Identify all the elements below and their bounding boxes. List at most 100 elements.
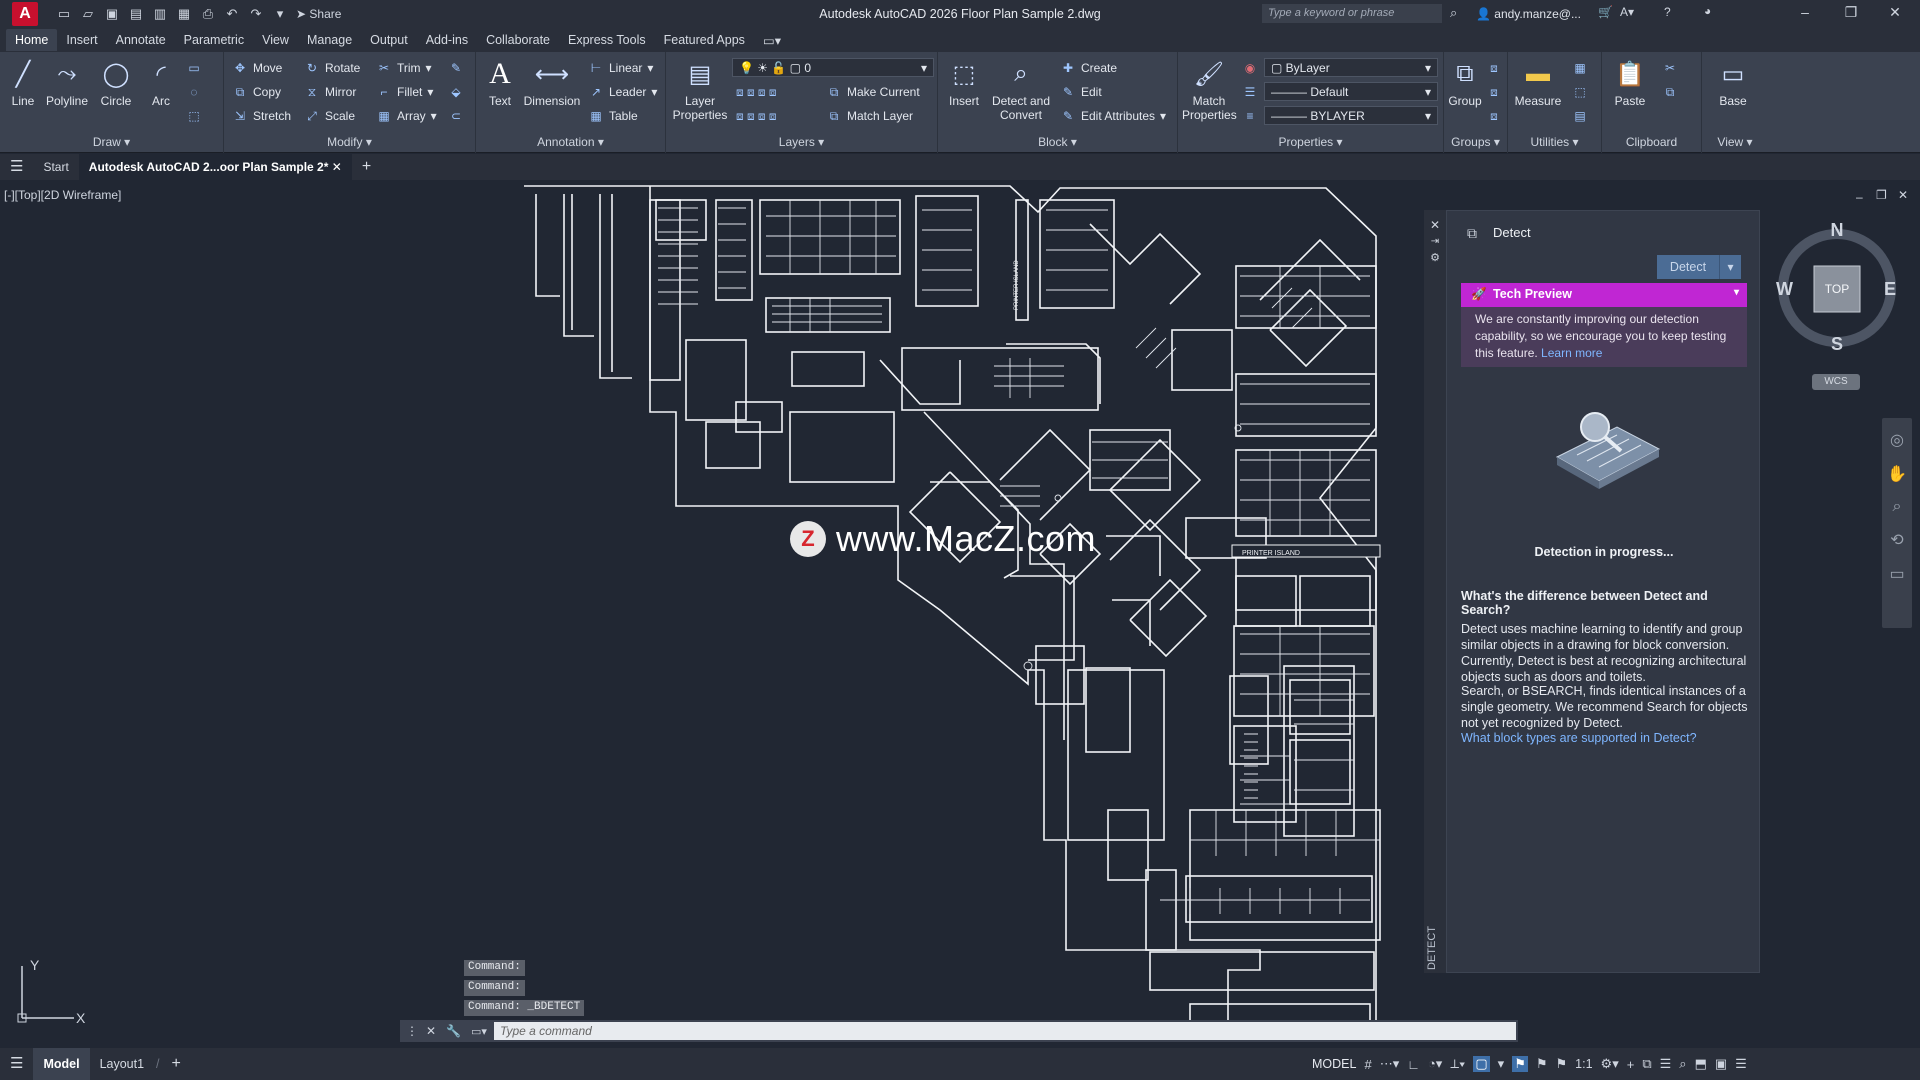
- line-button[interactable]: ╱ Line: [4, 58, 42, 109]
- layers-panel-title[interactable]: Layers ▾: [666, 135, 937, 149]
- wcs-menu[interactable]: WCS: [1812, 374, 1860, 390]
- match-layer-button[interactable]: ⧉ Match Layer: [826, 106, 913, 126]
- calculator-icon[interactable]: ▤: [1572, 106, 1588, 126]
- clipboard-panel-title[interactable]: Clipboard: [1602, 135, 1701, 149]
- new-tab-icon[interactable]: +: [352, 154, 381, 180]
- workspace-gear-icon[interactable]: ⚙▾: [1601, 1056, 1619, 1072]
- model-space-indicator[interactable]: MODEL: [1312, 1057, 1356, 1071]
- restore-icon[interactable]: ❐: [1836, 4, 1866, 21]
- palette-autohide-icon[interactable]: ⇥: [1424, 236, 1446, 247]
- linetype-dropdown[interactable]: ——— Default ▾: [1264, 82, 1438, 101]
- annotation-scale-value[interactable]: 1:1: [1575, 1057, 1592, 1071]
- paste-button[interactable]: 📋 Paste: [1608, 58, 1652, 109]
- share-button[interactable]: ➤ Share: [296, 7, 341, 21]
- tab-express-tools[interactable]: Express Tools: [559, 29, 655, 51]
- feedback-icon[interactable]: ◕: [1704, 4, 1711, 18]
- view-panel-title[interactable]: View ▾: [1702, 135, 1768, 149]
- viewport-restore-icon[interactable]: ❐: [1876, 188, 1887, 202]
- layout-menu-icon[interactable]: ☰: [0, 1048, 33, 1080]
- annotation-visibility-icon[interactable]: ⚑: [1512, 1056, 1528, 1072]
- keyword-search-input[interactable]: Type a keyword or phrase: [1262, 4, 1442, 23]
- edit-block-button[interactable]: ✎ Edit: [1060, 82, 1102, 102]
- minimize-icon[interactable]: –: [1790, 4, 1820, 20]
- detect-and-convert-button[interactable]: ⌕ Detect and Convert: [990, 58, 1052, 122]
- layout1-tab[interactable]: Layout1: [90, 1048, 154, 1080]
- command-input[interactable]: Type a command: [494, 1022, 1516, 1040]
- base-button[interactable]: ▭ Base: [1710, 58, 1756, 109]
- cart-icon[interactable]: 🛒: [1598, 5, 1613, 19]
- tech-preview-collapse-icon[interactable]: ▾: [1734, 287, 1739, 298]
- close-icon[interactable]: ✕: [1880, 4, 1910, 21]
- rotate-button[interactable]: ↻ Rotate: [304, 58, 360, 78]
- match-properties-button[interactable]: 🖌 Match Properties: [1182, 58, 1237, 123]
- insert-button[interactable]: ⬚ Insert: [942, 58, 986, 109]
- showmotion-icon[interactable]: ▭: [1882, 564, 1912, 584]
- text-button[interactable]: A Text: [480, 57, 520, 108]
- quick-calc-icon[interactable]: ▦: [1572, 58, 1588, 78]
- linear-button[interactable]: ⊢ Linear ▾: [588, 58, 654, 78]
- annotation-panel-title[interactable]: Annotation ▾: [476, 135, 665, 149]
- help-icon[interactable]: ?: [1664, 5, 1671, 19]
- dimension-button[interactable]: ⟷ Dimension: [520, 58, 584, 109]
- customize-chevron-icon[interactable]: ▾: [272, 6, 288, 22]
- select-all-icon[interactable]: ⬚: [1572, 82, 1588, 102]
- draw-panel-title[interactable]: Draw ▾: [0, 135, 223, 149]
- ribbon-options-icon[interactable]: ▭▾: [754, 29, 790, 52]
- palette-settings-icon[interactable]: ⚙: [1424, 251, 1446, 264]
- array-button[interactable]: ▦ Array ▾: [376, 106, 436, 126]
- fillet-button[interactable]: ⌐ Fillet ▾: [376, 82, 433, 102]
- command-grip-icon[interactable]: ⋮: [406, 1024, 418, 1038]
- tab-output[interactable]: Output: [361, 29, 417, 51]
- offset-icon[interactable]: ⊂: [448, 106, 464, 126]
- hatch-icon[interactable]: ◌: [186, 82, 202, 102]
- layer-properties-button[interactable]: ▤ Layer Properties: [668, 58, 732, 123]
- erase-icon[interactable]: ✎: [448, 58, 464, 78]
- customization-icon[interactable]: ☰: [1735, 1056, 1747, 1072]
- table-button[interactable]: ▦ Table: [588, 106, 637, 126]
- snap-icon[interactable]: ⋯▾: [1380, 1056, 1400, 1072]
- quick-properties-icon[interactable]: ☰: [1660, 1056, 1672, 1072]
- isolate-objects-icon[interactable]: ⬒: [1695, 1056, 1707, 1072]
- application-menu-button[interactable]: A: [12, 2, 38, 26]
- start-tab[interactable]: Start: [33, 154, 78, 180]
- scale-button[interactable]: ⤢ Scale: [304, 106, 355, 126]
- tab-collaborate[interactable]: Collaborate: [477, 29, 559, 51]
- boundary-icon[interactable]: ⬚: [186, 106, 202, 126]
- color-dropdown[interactable]: ▢ ByLayer ▾: [1264, 58, 1438, 77]
- autodesk-apps-icon[interactable]: A▾: [1620, 5, 1634, 19]
- print-icon[interactable]: ⎙: [200, 6, 216, 22]
- group-button[interactable]: ⧉ Group: [1446, 58, 1484, 108]
- steering-wheel-icon[interactable]: ◎: [1882, 430, 1912, 450]
- tab-insert[interactable]: Insert: [57, 29, 106, 51]
- detect-dropdown-icon[interactable]: ▾: [1719, 255, 1741, 279]
- plot-icon[interactable]: ▦: [176, 6, 192, 22]
- units-icon[interactable]: ⧉: [1642, 1056, 1651, 1072]
- object-snap-menu-icon[interactable]: ▾: [1498, 1056, 1505, 1072]
- explode-icon[interactable]: ⬙: [448, 82, 464, 102]
- leader-button[interactable]: ↗ Leader ▾: [588, 82, 657, 102]
- trim-button[interactable]: ✂ Trim ▾: [376, 58, 432, 78]
- viewcube[interactable]: TOP N S E W: [1774, 216, 1900, 366]
- polyline-button[interactable]: ⤳ Polyline: [42, 58, 92, 108]
- lock-ui-icon[interactable]: ⌕: [1679, 1056, 1686, 1072]
- copy-button[interactable]: ⧉ Copy: [232, 82, 281, 102]
- copy-clip-icon[interactable]: ⧉: [1662, 82, 1678, 102]
- edit-attributes-button[interactable]: ✎ Edit Attributes ▾: [1060, 106, 1166, 126]
- viewport-close-icon[interactable]: ✕: [1898, 188, 1908, 202]
- lineweight-dropdown[interactable]: ——— BYLAYER ▾: [1264, 106, 1438, 125]
- groups-panel-title[interactable]: Groups ▾: [1444, 135, 1507, 149]
- tab-annotate[interactable]: Annotate: [107, 29, 175, 51]
- tab-add-ins[interactable]: Add-ins: [417, 29, 477, 51]
- zoom-icon[interactable]: ⌕: [1882, 498, 1912, 516]
- learn-more-link[interactable]: Learn more: [1541, 346, 1602, 360]
- tab-close-icon[interactable]: ✕: [332, 160, 342, 174]
- pan-icon[interactable]: ✋: [1882, 464, 1912, 484]
- command-close-icon[interactable]: ✕: [426, 1024, 436, 1038]
- layer-dropdown[interactable]: 💡 ☀ 🔓 ▢ 0 ▾: [732, 58, 934, 77]
- create-block-button[interactable]: ✚ Create: [1060, 58, 1117, 78]
- layer-tools-icons[interactable]: ⧈ ⧈ ⧈ ⧈: [736, 82, 777, 102]
- navigation-bar[interactable]: ◎ ✋ ⌕ ⟲ ▭: [1882, 418, 1912, 628]
- stretch-button[interactable]: ⇲ Stretch: [232, 106, 291, 126]
- mirror-button[interactable]: ⧖ Mirror: [304, 82, 357, 102]
- properties-panel-title[interactable]: Properties ▾: [1178, 135, 1443, 149]
